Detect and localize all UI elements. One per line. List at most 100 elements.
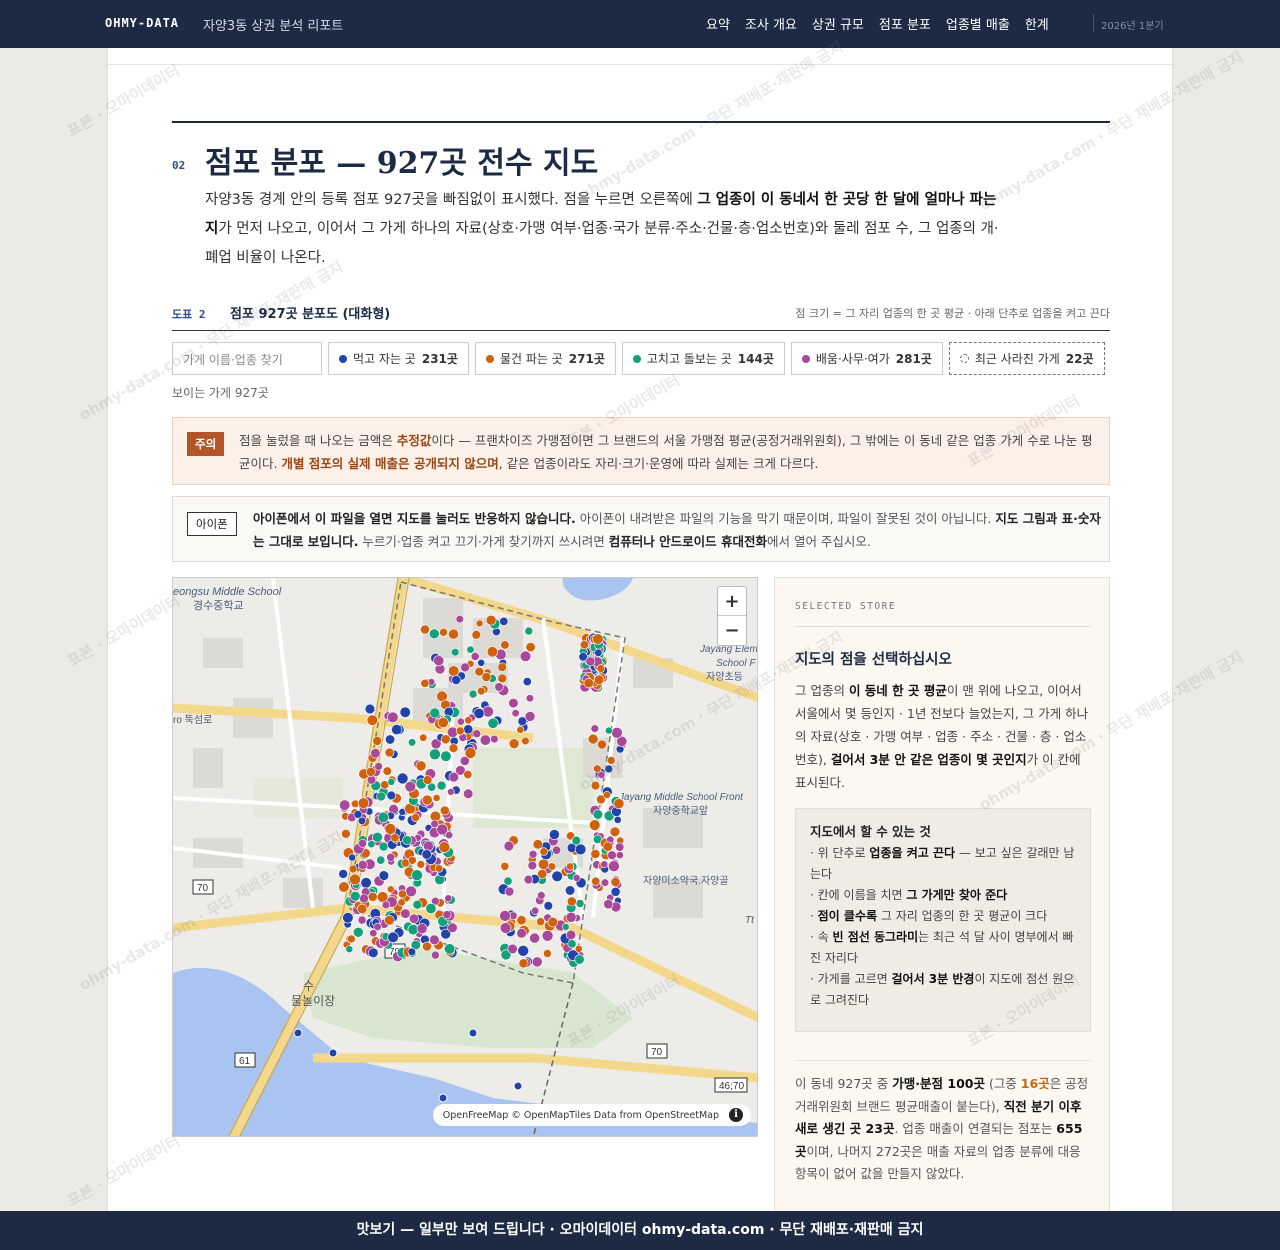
store-dot[interactable]	[536, 917, 545, 927]
store-dot[interactable]	[338, 881, 350, 893]
store-dot[interactable]	[472, 729, 482, 738]
store-dot[interactable]	[432, 794, 441, 802]
store-dot[interactable]	[402, 835, 412, 846]
store-dot[interactable]	[357, 903, 368, 915]
store-dot[interactable]	[575, 899, 585, 908]
store-dot[interactable]	[422, 941, 432, 952]
store-dot[interactable]	[386, 790, 397, 801]
store-dot[interactable]	[404, 780, 417, 793]
store-dot[interactable]	[444, 943, 456, 955]
store-dot[interactable]	[391, 724, 403, 736]
store-dot[interactable]	[372, 736, 382, 746]
store-dot[interactable]	[438, 1093, 448, 1103]
store-dot[interactable]	[523, 874, 534, 885]
store-dot[interactable]	[439, 627, 448, 637]
store-dot[interactable]	[474, 666, 485, 677]
store-dot[interactable]	[353, 926, 364, 938]
store-dot[interactable]	[565, 885, 576, 896]
store-dot[interactable]	[411, 869, 423, 882]
store-dot[interactable]	[529, 932, 540, 944]
store-dot[interactable]	[463, 724, 474, 735]
store-dot[interactable]	[574, 954, 585, 965]
store-dot[interactable]	[607, 850, 617, 860]
store-dot[interactable]	[341, 829, 351, 839]
store-dot[interactable]	[357, 915, 367, 925]
store-dot[interactable]	[384, 823, 397, 835]
store-dot[interactable]	[422, 775, 433, 785]
store-dot[interactable]	[596, 664, 605, 673]
store-dot[interactable]	[396, 772, 409, 785]
store-dot[interactable]	[592, 809, 604, 820]
store-dot[interactable]	[365, 766, 376, 777]
store-dot[interactable]	[347, 934, 356, 944]
store-dot[interactable]	[400, 908, 411, 919]
store-dot[interactable]	[486, 646, 499, 658]
store-dot[interactable]	[593, 764, 602, 773]
store-dot[interactable]	[609, 826, 621, 838]
store-dot[interactable]	[359, 893, 369, 904]
filter-chip-repair-care[interactable]: 고치고 돌보는 곳 144곳	[621, 342, 785, 375]
store-dot[interactable]	[421, 849, 432, 860]
store-dot[interactable]	[397, 889, 407, 899]
store-dot[interactable]	[603, 899, 614, 910]
store-dot[interactable]	[499, 910, 511, 922]
store-dot[interactable]	[528, 849, 538, 859]
store-dot[interactable]	[447, 922, 458, 933]
store-dot[interactable]	[373, 922, 382, 932]
store-dot[interactable]	[407, 947, 417, 956]
attribution-text[interactable]: OpenFreeMap © OpenMapTiles Data from Ope…	[443, 1110, 719, 1121]
filter-chip-education-office[interactable]: 배움·사무·여가 281곳	[790, 342, 943, 375]
store-dot[interactable]	[497, 673, 508, 684]
store-dot[interactable]	[499, 922, 512, 934]
store-dot[interactable]	[397, 898, 406, 907]
store-dot[interactable]	[532, 839, 543, 850]
store-dot[interactable]	[367, 891, 378, 902]
store-dot[interactable]	[524, 626, 534, 636]
store-dot[interactable]	[370, 748, 381, 759]
store-dot[interactable]	[597, 739, 607, 750]
store-dot[interactable]	[456, 717, 465, 726]
nav-link-store-distribution[interactable]: 점포 분포	[879, 14, 931, 33]
store-dot[interactable]	[420, 624, 430, 635]
store-dot[interactable]	[539, 847, 548, 856]
store-dot[interactable]	[516, 915, 527, 926]
store-dot[interactable]	[547, 916, 558, 928]
store-dot[interactable]	[602, 791, 611, 799]
store-dot[interactable]	[508, 697, 519, 709]
store-dot[interactable]	[600, 878, 610, 887]
store-dot[interactable]	[592, 633, 604, 645]
store-dot[interactable]	[399, 706, 411, 718]
store-dot[interactable]	[444, 894, 453, 903]
store-dot[interactable]	[518, 958, 529, 969]
store-map[interactable]: 70 70 61 70 46;70 eongsu Middle School 경…	[172, 577, 758, 1137]
store-dot[interactable]	[387, 777, 396, 786]
store-dot[interactable]	[366, 714, 379, 726]
nav-link-summary[interactable]: 요약	[706, 14, 730, 33]
store-dot[interactable]	[463, 770, 473, 780]
store-dot[interactable]	[537, 891, 546, 900]
store-dot[interactable]	[524, 711, 536, 722]
store-dot[interactable]	[429, 707, 441, 719]
store-dot[interactable]	[415, 760, 427, 772]
store-dot[interactable]	[384, 747, 395, 758]
store-dot[interactable]	[527, 860, 537, 871]
store-dot[interactable]	[419, 733, 428, 742]
store-dot[interactable]	[382, 766, 392, 776]
store-dot[interactable]	[358, 860, 368, 870]
zoom-in-button[interactable]: +	[718, 587, 746, 616]
store-dot[interactable]	[499, 616, 509, 626]
store-dot[interactable]	[349, 873, 361, 886]
store-dot[interactable]	[497, 662, 507, 672]
store-dot[interactable]	[525, 694, 535, 703]
store-dot[interactable]	[360, 877, 372, 889]
store-dot[interactable]	[475, 619, 484, 628]
store-dot[interactable]	[590, 780, 601, 791]
store-dot[interactable]	[385, 734, 396, 745]
store-dot[interactable]	[503, 840, 515, 852]
store-dot[interactable]	[547, 862, 557, 871]
store-dot[interactable]	[531, 956, 543, 968]
store-dot[interactable]	[613, 798, 625, 810]
store-dot[interactable]	[590, 848, 601, 859]
store-dot[interactable]	[345, 945, 354, 954]
store-dot[interactable]	[613, 815, 622, 824]
